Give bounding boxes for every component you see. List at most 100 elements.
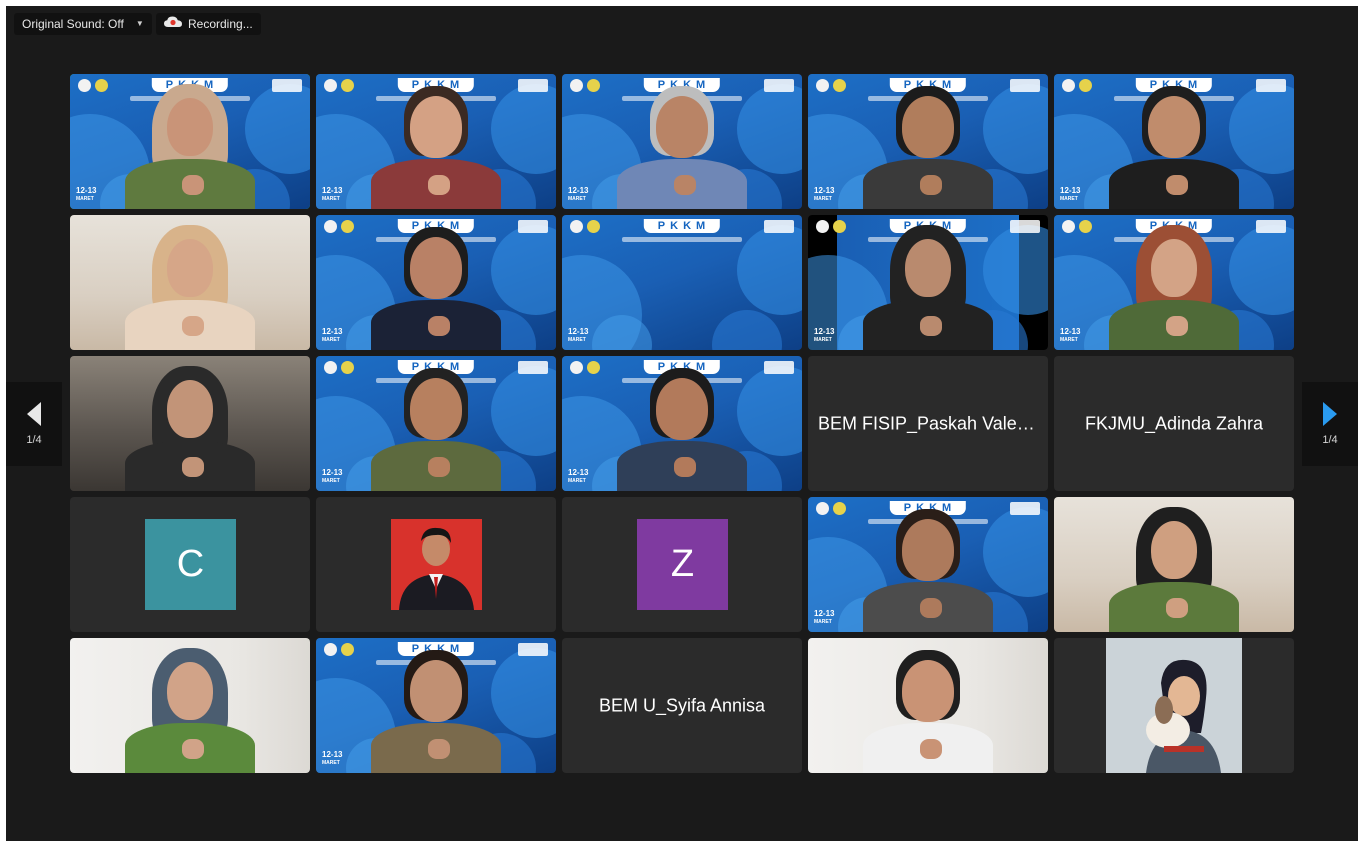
participant-tile[interactable]: PKKM12-13MARET: [562, 356, 802, 491]
event-date-month: MARET: [814, 337, 832, 343]
next-page-button[interactable]: 1/4: [1302, 382, 1358, 466]
participant-tile[interactable]: PKKM12-13MARET: [316, 638, 556, 773]
original-sound-button[interactable]: Original Sound: Off ▼: [14, 13, 152, 35]
bg-bubble: [737, 225, 802, 315]
previous-page-button[interactable]: 1/4: [6, 382, 62, 466]
event-date-day: 12-13: [814, 609, 835, 618]
participant-tile[interactable]: PKKM12-13MARET: [316, 74, 556, 209]
face: [167, 380, 213, 438]
participant-name: FKJMU_Adinda Zahra: [1084, 413, 1264, 433]
organization-logo-icon: [1079, 79, 1092, 92]
cartoon-avatar: [1106, 638, 1242, 773]
participant-tile[interactable]: [70, 215, 310, 350]
fist: [920, 598, 942, 618]
event-date: 12-13 MARET: [814, 327, 834, 345]
logos-icon: [816, 220, 846, 233]
partner-logo-icon: [1010, 79, 1040, 92]
participant-video-person: [863, 225, 993, 350]
logos-icon: [324, 361, 354, 374]
participant-tile[interactable]: Z: [562, 497, 802, 632]
event-date-day: 12-13: [568, 468, 589, 477]
partner-logo-icon: [1010, 502, 1040, 515]
participant-tile[interactable]: PKKM12-13MARET: [316, 356, 556, 491]
logos-icon: [324, 220, 354, 233]
profile-photo: [391, 519, 482, 610]
fist: [428, 316, 450, 336]
event-date-month: MARET: [1060, 337, 1078, 343]
participant-tile[interactable]: PKKM12-13MARET: [1054, 215, 1294, 350]
participant-video-person: [371, 84, 501, 209]
event-date-day: 12-13: [322, 186, 343, 195]
organization-logo-icon: [833, 79, 846, 92]
bg-bubble: [491, 366, 556, 456]
participant-tile[interactable]: [1054, 638, 1294, 773]
fist: [1166, 316, 1188, 336]
university-logo-icon: [816, 502, 829, 515]
participant-avatar: Z: [637, 519, 728, 610]
participant-tile[interactable]: [1054, 497, 1294, 632]
bg-bubble: [983, 225, 1048, 315]
event-date-month: MARET: [814, 196, 832, 202]
chevron-down-icon[interactable]: ▼: [136, 13, 144, 35]
participant-tile[interactable]: PKKM 12-13MARET: [562, 215, 802, 350]
university-logo-icon: [324, 361, 337, 374]
participant-tile[interactable]: [316, 497, 556, 632]
brand-banner: PKKM: [643, 219, 721, 233]
arrow-left-icon: [27, 402, 41, 426]
participant-tile-active-speaker[interactable]: PKKM12-13MARET: [70, 74, 310, 209]
logos-icon: [1062, 220, 1092, 233]
logos-icon: [816, 502, 846, 515]
logos-icon: [570, 79, 600, 92]
bg-bubble: [491, 84, 556, 174]
participant-tile[interactable]: FKJMU_Adinda Zahra: [1054, 356, 1294, 491]
fist: [1166, 598, 1188, 618]
organization-logo-icon: [833, 220, 846, 233]
participant-name: BEM U_Syifa Annisa: [598, 695, 766, 715]
organization-logo-icon: [341, 79, 354, 92]
participant-tile[interactable]: PKKM12-13MARET: [562, 74, 802, 209]
participant-tile[interactable]: [808, 638, 1048, 773]
face: [167, 662, 213, 720]
prev-page-indicator: 1/4: [26, 434, 42, 446]
participant-tile[interactable]: PKKM12-13MARET: [1054, 74, 1294, 209]
event-date-day: 12-13: [814, 327, 835, 336]
bg-bubble: [1229, 225, 1294, 315]
event-date: 12-13 MARET: [568, 327, 588, 345]
partner-logo-icon: [272, 79, 302, 92]
event-date: 12-13 MARET: [1060, 186, 1080, 204]
original-sound-label: Original Sound: Off: [22, 17, 124, 31]
bg-bubble: [712, 310, 782, 350]
participant-tile[interactable]: PKKM12-13MARET: [808, 497, 1048, 632]
face: [902, 660, 954, 722]
participant-tile[interactable]: BEM U_Syifa Annisa: [562, 638, 802, 773]
university-logo-icon: [816, 220, 829, 233]
organization-logo-icon: [833, 502, 846, 515]
next-page-indicator: 1/4: [1322, 434, 1338, 446]
participant-tile[interactable]: C: [70, 497, 310, 632]
bg-bubble: [491, 225, 556, 315]
event-date-month: MARET: [322, 196, 340, 202]
participant-tile[interactable]: [70, 356, 310, 491]
partner-logo-icon: [764, 220, 794, 233]
participant-tile[interactable]: PKKM12-13MARET: [316, 215, 556, 350]
face: [902, 519, 954, 581]
fist: [428, 457, 450, 477]
participant-tile[interactable]: PKKM12-13MARET: [808, 215, 1048, 350]
fist: [428, 739, 450, 759]
face: [1151, 239, 1197, 297]
participant-avatar: C: [145, 519, 236, 610]
event-date-day: 12-13: [322, 327, 343, 336]
fist: [182, 457, 204, 477]
participant-video-person: [1109, 507, 1239, 632]
bg-bubble: [983, 507, 1048, 597]
meeting-window: Original Sound: Off ▼ Recording... 1/4 1…: [6, 6, 1358, 841]
recording-indicator[interactable]: Recording...: [156, 13, 261, 35]
face: [1151, 521, 1197, 579]
participant-tile[interactable]: BEM FISIP_Paskah Valen...: [808, 356, 1048, 491]
event-date: 12-13 MARET: [322, 468, 342, 486]
participant-tile[interactable]: PKKM12-13MARET: [808, 74, 1048, 209]
event-date-month: MARET: [1060, 196, 1078, 202]
participant-tile[interactable]: [70, 638, 310, 773]
logos-icon: [324, 643, 354, 656]
virtual-background: PKKM 12-13MARET: [562, 215, 802, 350]
